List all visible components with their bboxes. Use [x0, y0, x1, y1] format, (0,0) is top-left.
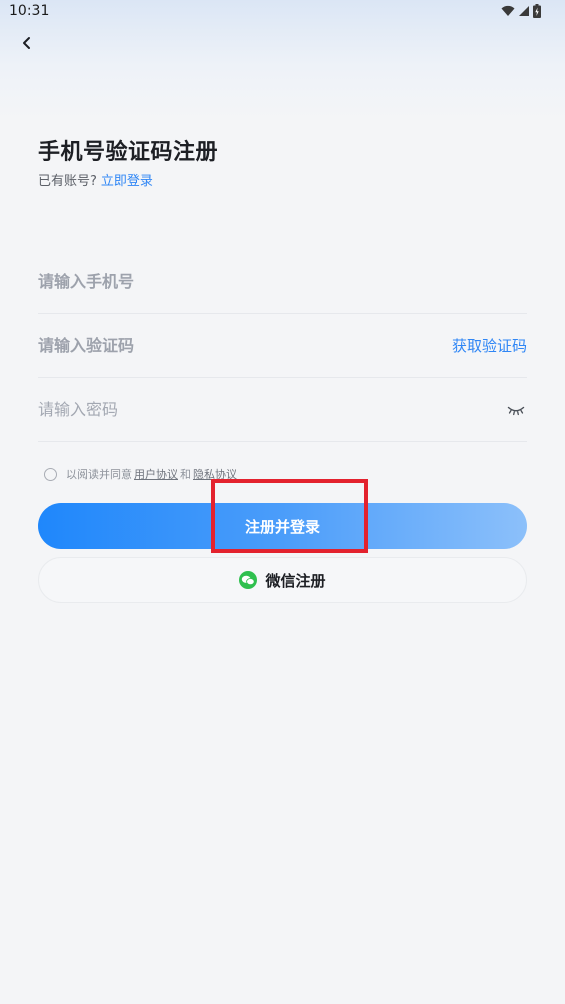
- login-link[interactable]: 立即登录: [101, 174, 153, 189]
- phone-field: [38, 250, 527, 314]
- wechat-register-label: 微信注册: [265, 571, 326, 590]
- login-prompt-text: 已有账号?: [38, 174, 97, 189]
- chevron-left-icon: [23, 37, 30, 49]
- status-icons: [501, 4, 541, 18]
- get-code-button[interactable]: 获取验证码: [452, 335, 527, 356]
- phone-input[interactable]: [38, 250, 527, 313]
- status-bar: 10:31: [0, 0, 565, 24]
- signal-icon: [519, 6, 529, 16]
- eye-closed-icon[interactable]: [507, 402, 525, 421]
- status-time: 10:31: [9, 3, 50, 19]
- wechat-register-button[interactable]: 微信注册: [38, 557, 527, 603]
- password-field: [38, 378, 527, 442]
- agreement-prefix: 以阅读并同意: [66, 468, 132, 481]
- agreement-checkbox[interactable]: [44, 467, 57, 481]
- battery-icon: [533, 4, 541, 18]
- highlight-annotation-box: [211, 479, 368, 553]
- code-field: 获取验证码: [38, 314, 527, 378]
- agreement-and: 和: [180, 468, 191, 481]
- agreement-row: 以阅读并同意 用户协议 和 隐私协议: [44, 466, 239, 482]
- user-agreement-link[interactable]: 用户协议: [134, 466, 178, 482]
- back-button[interactable]: [14, 30, 40, 56]
- login-prompt: 已有账号? 立即登录: [38, 170, 153, 189]
- wechat-icon: [239, 571, 258, 589]
- wifi-icon: [501, 5, 515, 16]
- password-input[interactable]: [38, 378, 527, 441]
- page-title: 手机号验证码注册: [38, 140, 219, 165]
